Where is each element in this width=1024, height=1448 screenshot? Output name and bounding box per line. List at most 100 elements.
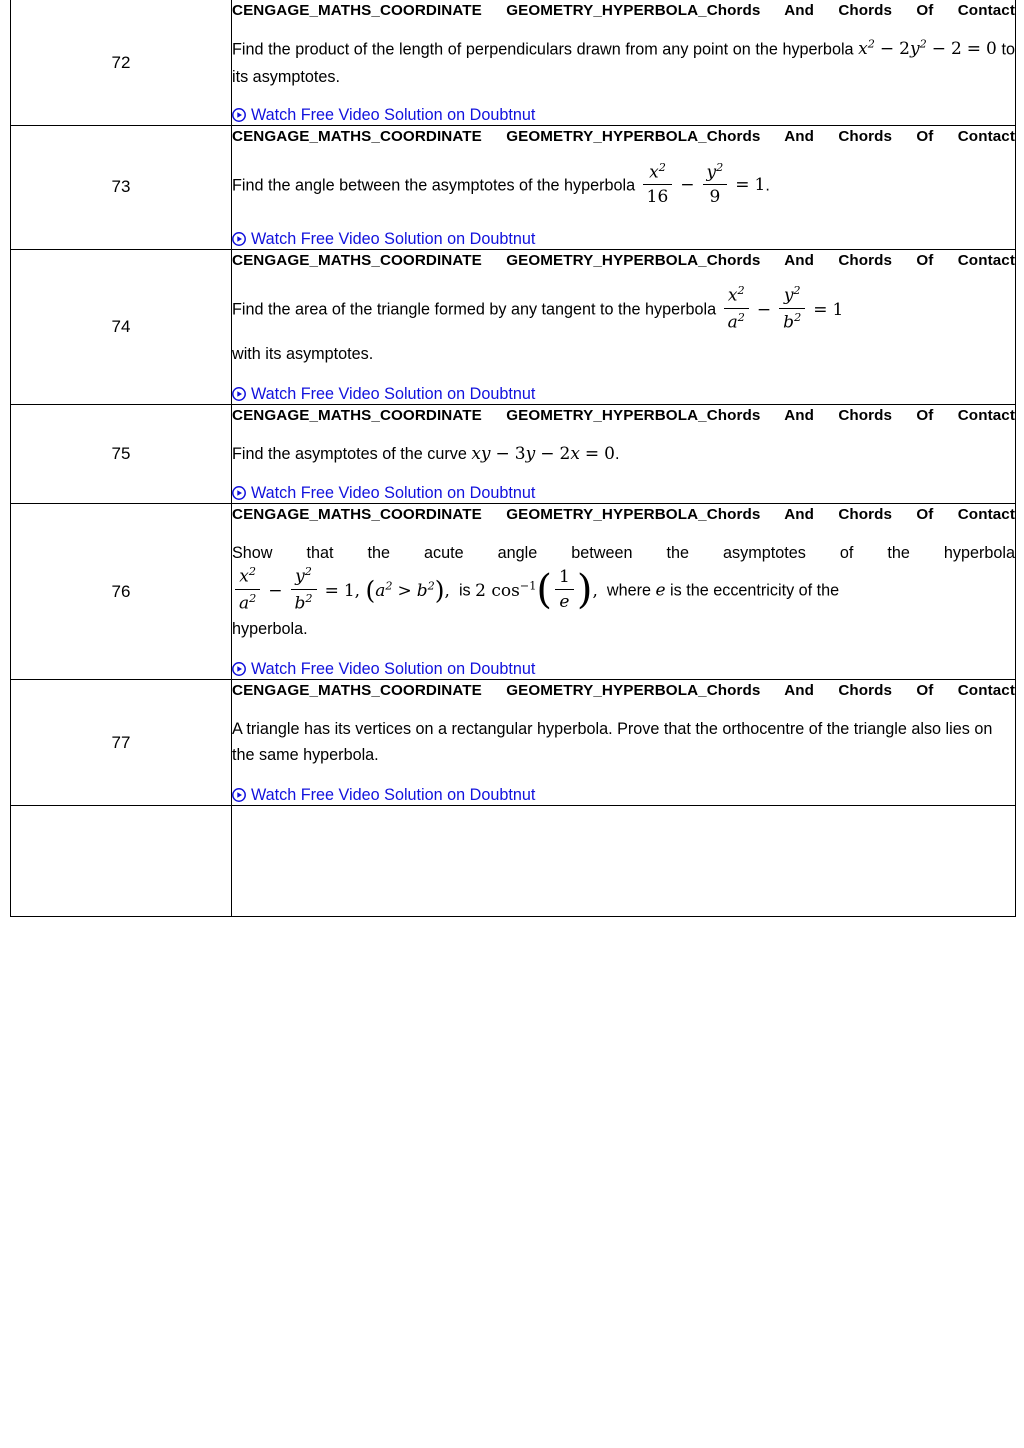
question-text-continued: with its asymptotes. — [232, 341, 1015, 367]
circled-play-icon — [232, 108, 246, 122]
row-content-cell: CENGAGE_MATHS_COORDINATE GEOMETRY_HYPERB… — [231, 679, 1016, 807]
formula-hyperbola: x2 a2− y2 b2 = 1, (a2 > b2), — [232, 565, 450, 614]
chapter-heading-part2: GEOMETRY_HYPERBOLA_Chords — [506, 2, 761, 19]
chapter-heading-part1: CENGAGE_MATHS_COORDINATE — [232, 2, 482, 19]
chapter-heading-part4: Chords Of Contact — [838, 251, 1015, 269]
row-number-cell: 75 — [10, 404, 232, 505]
document-page: 72 CENGAGE_MATHS_COORDINATE GEOMETRY_HYP… — [0, 0, 1024, 1448]
question-text-after2: is the eccentricity of the — [670, 581, 840, 600]
question-text: Find the asymptotes of the curve xy −3y −2… — [232, 441, 1015, 469]
circled-play-icon — [232, 486, 246, 501]
chapter-heading: CENGAGE_MATHS_COORDINATE GEOMETRY_HYPERB… — [232, 0, 1015, 22]
watch-video-label: Watch Free Video Solution on Doubtnut — [251, 229, 536, 248]
question-text-after: . — [765, 176, 770, 195]
chapter-heading-part4: Chords Of Contact — [838, 682, 1015, 700]
circled-play-icon — [232, 662, 246, 677]
chapter-heading-part2: GEOMETRY_HYPERBOLA_Chords — [506, 407, 761, 425]
chapter-heading: CENGAGE_MATHS_COORDINATE GEOMETRY_HYPERB… — [232, 680, 1015, 702]
row-number-cell — [10, 805, 232, 918]
watch-video-link[interactable]: Watch Free Video Solution on Doubtnut — [232, 106, 535, 125]
question-text-formula-line: x2 a2− y2 b2 = 1, (a2 > b2), is 2 cos−1(1 e), wh… — [232, 565, 1015, 616]
question-text-before: Find the product of the length of perpen… — [232, 40, 854, 59]
fraction-y-over-b: y2 b2 — [779, 284, 806, 334]
chapter-heading-part3: And — [784, 506, 815, 524]
chapter-heading-part2: GEOMETRY_HYPERBOLA_Chords — [506, 251, 761, 269]
circled-play-icon — [232, 788, 246, 803]
row-number: 72 — [111, 52, 131, 72]
chapter-heading: CENGAGE_MATHS_COORDINATE GEOMETRY_HYPERB… — [232, 126, 1015, 148]
row-content-cell: CENGAGE_MATHS_COORDINATE GEOMETRY_HYPERB… — [231, 125, 1016, 250]
row-number-cell: 72 — [10, 0, 232, 126]
question-text-before: Find the angle between the asymptotes of… — [232, 176, 636, 195]
variable-e: e — [655, 580, 666, 601]
table-row: 74 CENGAGE_MATHS_COORDINATE GEOMETRY_HYP… — [10, 248, 1016, 406]
question-text-after: with its asymptotes. — [232, 345, 374, 364]
formula-two-arccos: 2 cos−1(1 e), — [475, 566, 598, 613]
fraction-y-over-9: y2 9 — [702, 161, 728, 209]
row-number: 76 — [111, 581, 131, 601]
watch-video-link[interactable]: Watch Free Video Solution on Doubtnut — [232, 660, 535, 679]
chapter-heading: CENGAGE_MATHS_COORDINATE GEOMETRY_HYPERB… — [232, 405, 1015, 427]
chapter-heading-part1: CENGAGE_MATHS_COORDINATE — [232, 506, 482, 524]
chapter-heading-part3: And — [784, 407, 815, 425]
row-number: 73 — [111, 177, 131, 197]
watch-video-link[interactable]: Watch Free Video Solution on Doubtnut — [232, 786, 535, 805]
chapter-heading-part1: CENGAGE_MATHS_COORDINATE — [232, 251, 482, 269]
question-text-after3: hyperbola. — [232, 620, 308, 639]
row-number: 75 — [111, 444, 131, 464]
chapter-heading-part4: Chords Of Contact — [838, 2, 1015, 19]
chapter-heading-part2: GEOMETRY_HYPERBOLA_Chords — [506, 128, 761, 145]
question-text-before: Find the asymptotes of the curve — [232, 444, 467, 463]
chapter-heading-part3: And — [784, 682, 815, 700]
formula-hyperbola: x2 a2− y2 b2 = 1 — [721, 284, 843, 333]
watch-video-label: Watch Free Video Solution on Doubtnut — [251, 106, 536, 124]
watch-video-link[interactable]: Watch Free Video Solution on Doubtnut — [232, 385, 535, 404]
questions-table: 72 CENGAGE_MATHS_COORDINATE GEOMETRY_HYP… — [10, 0, 1016, 918]
table-row: 72 CENGAGE_MATHS_COORDINATE GEOMETRY_HYP… — [10, 0, 1016, 126]
question-text-before: A triangle has its vertices on a rectang… — [232, 719, 993, 765]
row-number-cell: 77 — [10, 679, 232, 807]
question-text-after: . — [614, 444, 620, 463]
question-text: Find the angle between the asymptotes of… — [232, 161, 1015, 210]
question-text-continued: hyperbola. — [232, 616, 1015, 642]
question-text-before: Show that the acute angle between the as… — [232, 544, 1015, 563]
question-text: A triangle has its vertices on a rectang… — [232, 716, 1015, 768]
fraction-x-over-a: x2 a2 — [235, 565, 261, 615]
row-content-cell: CENGAGE_MATHS_COORDINATE GEOMETRY_HYPERB… — [231, 0, 1016, 126]
chapter-heading-part3: And — [784, 251, 815, 269]
table-row: 77 CENGAGE_MATHS_COORDINATE GEOMETRY_HYP… — [10, 679, 1016, 807]
fraction-one-over-e: 1e — [555, 567, 574, 614]
formula-hyperbola: x2 16− y2 9 = 1 — [640, 161, 765, 207]
watch-video-label: Watch Free Video Solution on Doubtnut — [251, 786, 536, 805]
row-content-cell — [231, 805, 1016, 918]
chapter-heading-part3: And — [784, 2, 815, 19]
formula-curve: xy −3y −2x = 0 — [471, 443, 615, 464]
row-content-cell: CENGAGE_MATHS_COORDINATE GEOMETRY_HYPERB… — [231, 503, 1016, 681]
chapter-heading-part3: And — [784, 128, 815, 145]
fraction-x-over-a: x2 a2 — [723, 284, 749, 334]
fraction-x-over-16: x2 16 — [642, 161, 673, 209]
question-text-before: Find the area of the triangle formed by … — [232, 300, 717, 319]
question-text: Show that the acute angle between the as… — [232, 540, 1015, 566]
table-row: 76 CENGAGE_MATHS_COORDINATE GEOMETRY_HYP… — [10, 503, 1016, 681]
circled-play-icon — [232, 387, 246, 402]
chapter-heading-part1: CENGAGE_MATHS_COORDINATE — [232, 407, 482, 425]
chapter-heading-part2: GEOMETRY_HYPERBOLA_Chords — [506, 682, 761, 700]
row-number: 74 — [111, 317, 131, 337]
chapter-heading-part4: Chords Of Contact — [838, 128, 1015, 145]
chapter-heading-part4: Chords Of Contact — [838, 407, 1015, 425]
chapter-heading-part4: Chords Of Contact — [838, 506, 1015, 524]
watch-video-label: Watch Free Video Solution on Doubtnut — [251, 660, 536, 679]
row-content-cell: CENGAGE_MATHS_COORDINATE GEOMETRY_HYPERB… — [231, 248, 1016, 406]
table-row — [10, 805, 1016, 918]
row-number-cell: 76 — [10, 503, 232, 681]
watch-video-label: Watch Free Video Solution on Doubtnut — [251, 385, 536, 404]
chapter-heading-part1: CENGAGE_MATHS_COORDINATE — [232, 682, 482, 700]
watch-video-link[interactable]: Watch Free Video Solution on Doubtnut — [232, 484, 535, 503]
question-text: Find the area of the triangle formed by … — [232, 284, 1015, 335]
question-text: Find the product of the length of perpen… — [232, 36, 1015, 90]
row-content-cell: CENGAGE_MATHS_COORDINATE GEOMETRY_HYPERB… — [231, 404, 1016, 505]
row-number-cell: 74 — [10, 248, 232, 406]
table-row: 75 CENGAGE_MATHS_COORDINATE GEOMETRY_HYP… — [10, 404, 1016, 505]
watch-video-link[interactable]: Watch Free Video Solution on Doubtnut — [232, 230, 535, 249]
